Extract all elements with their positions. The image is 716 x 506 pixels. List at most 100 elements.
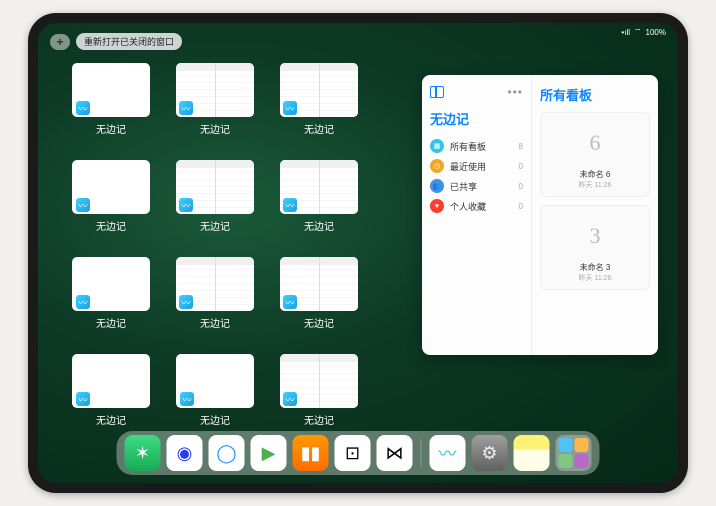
panel-left: ••• 无边记 ▦所有看板8◷最近使用0👥已共享0♥个人收藏0	[422, 75, 532, 355]
thumbnail-label: 无边记	[96, 218, 126, 233]
window-thumbnail[interactable]: 无边记	[64, 257, 158, 330]
panel-right-title: 所有看板	[540, 85, 650, 104]
thumbnail-preview	[280, 354, 358, 408]
sidebar-item-clock[interactable]: ◷ 最近使用 0	[430, 156, 523, 176]
board-date: 昨天 11:26	[547, 273, 643, 283]
freeform-panel[interactable]: ••• 无边记 ▦所有看板8◷最近使用0👥已共享0♥个人收藏0 所有看板 6未命…	[422, 75, 658, 355]
dock-app-dice[interactable]: ⊡	[335, 435, 371, 471]
clock-icon: ◷	[430, 159, 444, 173]
sidebar-item-grid[interactable]: ▦ 所有看板 8	[430, 136, 523, 156]
board-card[interactable]: 3 未命名 3昨天 11:26	[540, 205, 650, 290]
board-card[interactable]: 6 未命名 6昨天 11:26	[540, 112, 650, 197]
people-icon: 👥	[430, 179, 444, 193]
sidebar-item-people[interactable]: 👥 已共享 0	[430, 176, 523, 196]
thumbnail-label: 无边记	[96, 121, 126, 136]
panel-header-row: •••	[430, 85, 523, 99]
board-preview: 6	[547, 119, 643, 167]
freeform-app-icon	[179, 198, 193, 212]
dock-app-settings[interactable]: ⚙	[472, 435, 508, 471]
panel-left-title: 无边记	[430, 109, 523, 128]
thumbnail-label: 无边记	[96, 412, 126, 427]
thumbnail-label: 无边记	[200, 121, 230, 136]
board-name: 未命名 3	[547, 262, 643, 273]
thumbnail-preview	[280, 257, 358, 311]
thumbnail-preview	[176, 354, 254, 408]
freeform-app-icon	[180, 392, 194, 406]
thumbnail-preview	[176, 160, 254, 214]
dock-app-quark[interactable]: ◉	[167, 435, 203, 471]
window-thumbnail[interactable]: 无边记	[64, 354, 158, 427]
sidebar-item-label: 个人收藏	[450, 200, 486, 213]
dock-app-freeform[interactable]: 〰	[430, 435, 466, 471]
thumbnail-label: 无边记	[200, 412, 230, 427]
sidebar-item-count: 0	[519, 182, 523, 191]
dock-app-qqbrowser[interactable]: ◯	[209, 435, 245, 471]
sidebar-toggle-icon[interactable]	[430, 86, 444, 98]
freeform-app-icon	[76, 392, 90, 406]
thumbnail-label: 无边记	[304, 315, 334, 330]
thumbnail-preview	[176, 63, 254, 117]
freeform-app-icon	[179, 101, 193, 115]
thumbnail-preview	[72, 257, 150, 311]
thumbnail-preview	[176, 257, 254, 311]
window-thumbnail[interactable]: 无边记	[168, 354, 262, 427]
thumbnail-preview	[72, 160, 150, 214]
window-thumbnail[interactable]: 无边记	[64, 160, 158, 233]
windows-grid: 无边记无边记无边记无边记无边记无边记无边记无边记无边记无边记无边记无边记	[64, 63, 366, 427]
freeform-app-icon	[283, 101, 297, 115]
thumbnail-label: 无边记	[304, 412, 334, 427]
dock-app-wechat[interactable]: ✶	[125, 435, 161, 471]
freeform-app-icon	[283, 198, 297, 212]
dock: ✶◉◯▶▮▮⊡⋈ 〰⚙	[117, 431, 600, 475]
dock-app-books[interactable]: ▮▮	[293, 435, 329, 471]
freeform-app-icon	[283, 392, 297, 406]
sidebar-item-count: 8	[519, 142, 523, 151]
dock-app-connect[interactable]: ⋈	[377, 435, 413, 471]
window-thumbnail[interactable]: 无边记	[168, 160, 262, 233]
add-window-button[interactable]: +	[50, 34, 70, 50]
sidebar-item-heart[interactable]: ♥个人收藏0	[430, 196, 523, 216]
battery-label: 100%	[646, 28, 666, 37]
freeform-app-icon	[76, 101, 90, 115]
thumbnail-preview	[280, 63, 358, 117]
sidebar-item-label: 最近使用	[450, 160, 486, 173]
reopen-closed-window-button[interactable]: 重新打开已关闭的窗口	[76, 33, 182, 50]
board-preview: 3	[547, 212, 643, 260]
dock-app-library[interactable]	[556, 435, 592, 471]
freeform-app-icon	[76, 295, 90, 309]
dock-app-notes[interactable]	[514, 435, 550, 471]
status-bar: •ıll ⌔ 100%	[621, 27, 666, 37]
window-thumbnail[interactable]: 无边记	[272, 160, 366, 233]
top-controls: + 重新打开已关闭的窗口	[50, 33, 182, 50]
board-name: 未命名 6	[547, 169, 643, 180]
sidebar-item-label: 已共享	[450, 180, 477, 193]
board-date: 昨天 11:26	[547, 180, 643, 190]
freeform-app-icon	[179, 295, 193, 309]
sidebar-item-label: 所有看板	[450, 140, 486, 153]
thumbnail-preview	[280, 160, 358, 214]
window-thumbnail[interactable]: 无边记	[272, 354, 366, 427]
panel-right: 所有看板 6未命名 6昨天 11:263未命名 3昨天 11:26	[532, 75, 658, 355]
sidebar-item-count: 0	[519, 162, 523, 171]
ipad-frame: •ıll ⌔ 100% + 重新打开已关闭的窗口 无边记无边记无边记无边记无边记…	[28, 13, 688, 493]
window-thumbnail[interactable]: 无边记	[272, 63, 366, 136]
window-thumbnail[interactable]: 无边记	[272, 257, 366, 330]
thumbnail-label: 无边记	[200, 218, 230, 233]
dock-app-play[interactable]: ▶	[251, 435, 287, 471]
wifi-icon: ⌔	[634, 27, 642, 37]
more-icon[interactable]: •••	[507, 85, 523, 99]
sidebar-item-count: 0	[519, 202, 523, 211]
dock-separator	[421, 439, 422, 467]
window-thumbnail[interactable]: 无边记	[168, 63, 262, 136]
ipad-screen: •ıll ⌔ 100% + 重新打开已关闭的窗口 无边记无边记无边记无边记无边记…	[38, 23, 678, 483]
thumbnail-label: 无边记	[200, 315, 230, 330]
thumbnail-label: 无边记	[304, 121, 334, 136]
freeform-app-icon	[283, 295, 297, 309]
thumbnail-preview	[72, 354, 150, 408]
window-thumbnail[interactable]: 无边记	[168, 257, 262, 330]
thumbnail-preview	[72, 63, 150, 117]
thumbnail-label: 无边记	[304, 218, 334, 233]
freeform-app-icon	[76, 198, 90, 212]
grid-icon: ▦	[430, 139, 444, 153]
window-thumbnail[interactable]: 无边记	[64, 63, 158, 136]
